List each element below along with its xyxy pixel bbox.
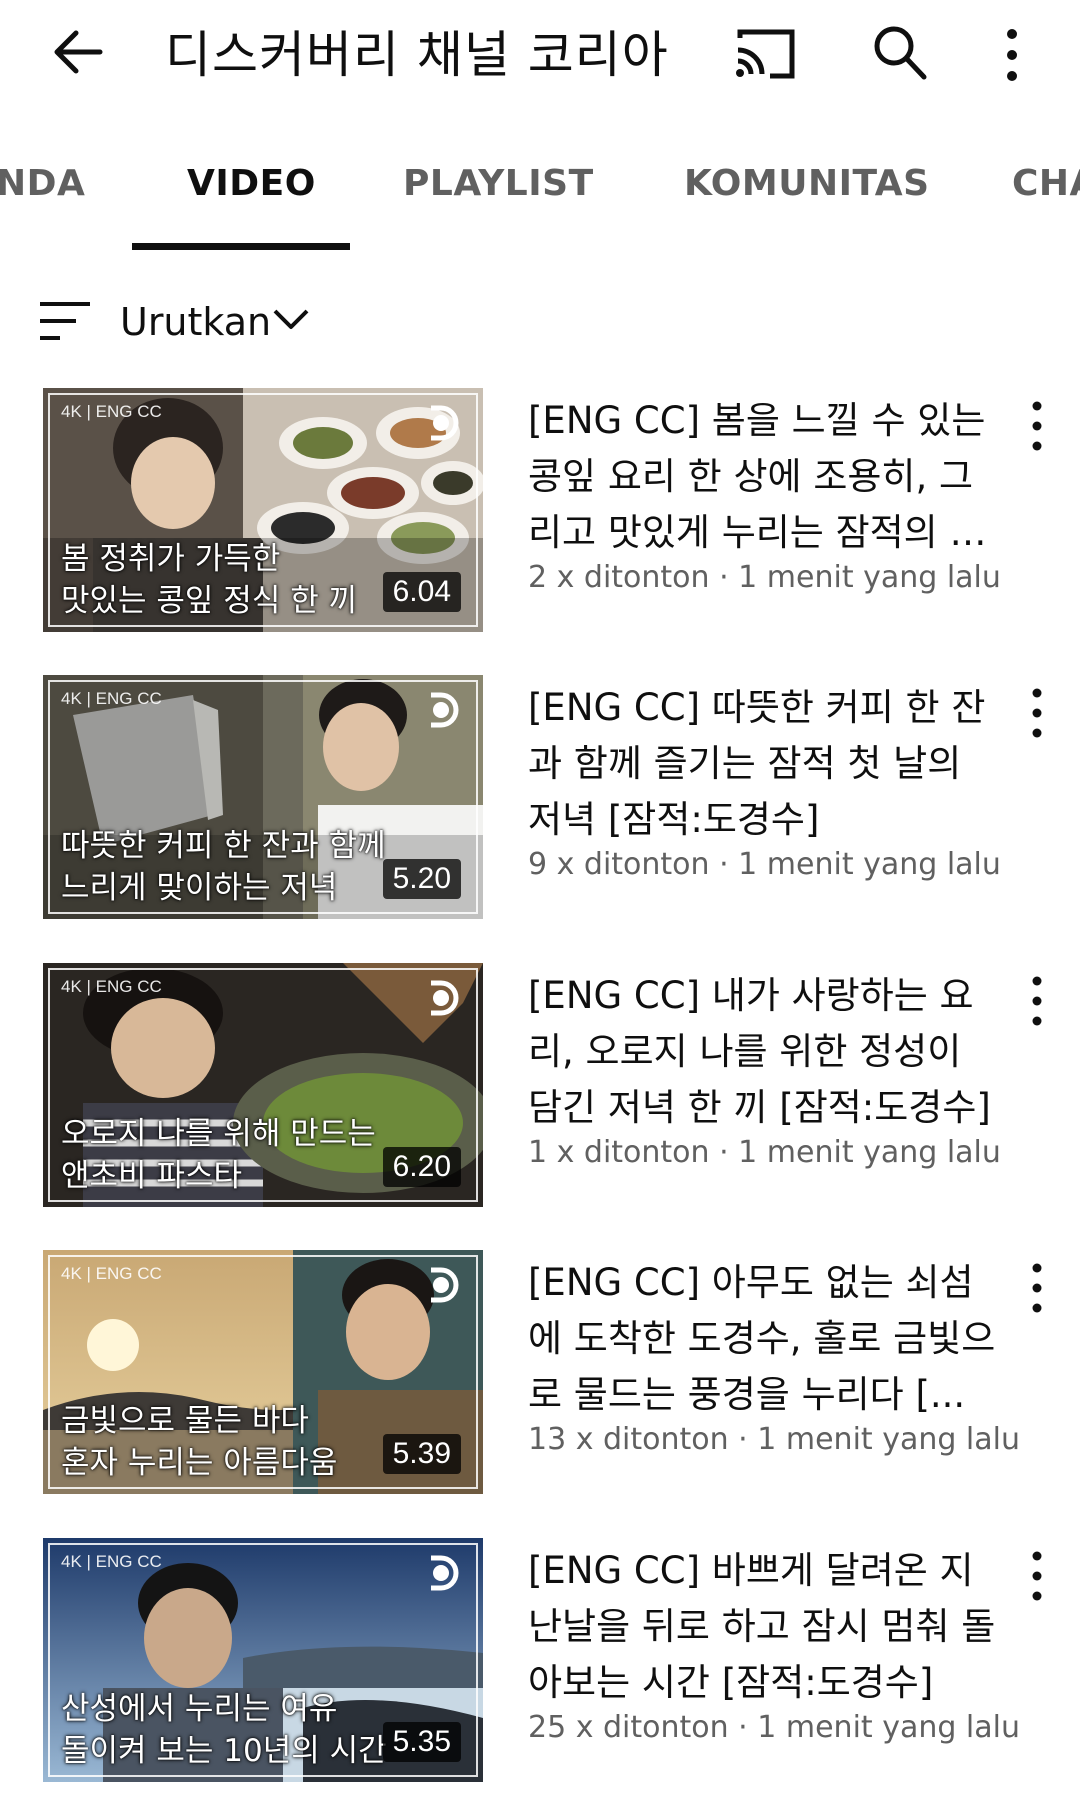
sort-icon[interactable] bbox=[38, 300, 92, 342]
thumbnail-tag: 4K | ENG CC bbox=[61, 689, 162, 708]
thumbnail-tag: 4K | ENG CC bbox=[61, 977, 162, 996]
tab-video[interactable]: VIDEO bbox=[187, 163, 316, 204]
video-item[interactable]: 4K | ENG CC 산성에서 누리는 여유 돌이켜 보는 10년의 시간 5… bbox=[0, 1538, 1080, 1788]
discovery-logo-icon bbox=[431, 980, 459, 1016]
video-item[interactable]: 4K | ENG CC 오로지 나를 위해 만드는 앤초비 파스타 6.20 [… bbox=[0, 963, 1080, 1213]
tab-channels[interactable]: CHA bbox=[1012, 163, 1080, 204]
more-vert-icon[interactable] bbox=[1026, 973, 1048, 1029]
video-thumbnail[interactable]: 4K | ENG CC 봄 정취가 가득한 맛있는 콩잎 정식 한 끼 6.04 bbox=[43, 388, 483, 632]
thumbnail-caption: 금빛으로 물든 바다 혼자 누리는 아름다움 bbox=[61, 1403, 338, 1481]
channel-tabs: NDA VIDEO PLAYLIST KOMUNITAS CHA bbox=[0, 125, 1080, 255]
tab-komunitas[interactable]: KOMUNITAS bbox=[684, 163, 930, 204]
video-meta: 2 x ditonton · 1 menit yang lalu bbox=[528, 560, 1001, 595]
chevron-down-icon[interactable] bbox=[272, 304, 310, 334]
video-title[interactable]: [ENG CC] 봄을 느낄 수 있는 콩잎 요리 한 상에 조용히, 그리고 … bbox=[528, 393, 998, 561]
thumbnail-caption: 오로지 나를 위해 만드는 앤초비 파스타 bbox=[61, 1116, 376, 1194]
cast-icon[interactable] bbox=[734, 28, 798, 80]
search-icon[interactable] bbox=[870, 22, 928, 82]
video-meta: 25 x ditonton · 1 menit yang lalu bbox=[528, 1710, 1020, 1745]
more-vert-icon[interactable] bbox=[1026, 1260, 1048, 1316]
duration-badge: 6.20 bbox=[382, 1147, 461, 1187]
tab-playlist[interactable]: PLAYLIST bbox=[403, 163, 594, 204]
thumbnail-tag: 4K | ENG CC bbox=[61, 402, 162, 421]
more-vert-icon[interactable] bbox=[1000, 26, 1024, 84]
thumbnail-caption: 따뜻한 커피 한 잔과 함께 느리게 맞이하는 저녁 bbox=[61, 828, 386, 906]
video-meta: 13 x ditonton · 1 menit yang lalu bbox=[528, 1422, 1020, 1457]
discovery-logo-icon bbox=[431, 405, 459, 441]
active-tab-indicator bbox=[132, 243, 350, 250]
video-item[interactable]: 4K | ENG CC 봄 정취가 가득한 맛있는 콩잎 정식 한 끼 6.04… bbox=[0, 388, 1080, 638]
video-title[interactable]: [ENG CC] 아무도 없는 쇠섬에 도착한 도경수, 홀로 금빛으로 물드는… bbox=[528, 1255, 998, 1423]
more-vert-icon[interactable] bbox=[1026, 1548, 1048, 1604]
sort-label[interactable]: Urutkan bbox=[120, 296, 271, 348]
duration-badge: 6.04 bbox=[382, 572, 461, 612]
discovery-logo-icon bbox=[431, 692, 459, 728]
video-title[interactable]: [ENG CC] 따뜻한 커피 한 잔과 함께 즐기는 잠적 첫 날의 저녁 [… bbox=[528, 680, 998, 848]
video-thumbnail[interactable]: 4K | ENG CC 따뜻한 커피 한 잔과 함께 느리게 맞이하는 저녁 5… bbox=[43, 675, 483, 919]
video-meta: 9 x ditonton · 1 menit yang lalu bbox=[528, 847, 1001, 882]
thumbnail-caption: 봄 정취가 가득한 맛있는 콩잎 정식 한 끼 bbox=[61, 541, 358, 619]
video-item[interactable]: 4K | ENG CC 따뜻한 커피 한 잔과 함께 느리게 맞이하는 저녁 5… bbox=[0, 675, 1080, 925]
app-bar: 디스커버리 채널 코리아 bbox=[0, 0, 1080, 110]
duration-badge: 5.39 bbox=[382, 1434, 461, 1474]
back-arrow-icon[interactable] bbox=[48, 22, 108, 82]
thumbnail-caption: 산성에서 누리는 여유 돌이켜 보는 10년의 시간 bbox=[61, 1691, 387, 1769]
discovery-logo-icon bbox=[431, 1267, 459, 1303]
more-vert-icon[interactable] bbox=[1026, 398, 1048, 454]
duration-badge: 5.35 bbox=[382, 1722, 461, 1762]
tab-beranda[interactable]: NDA bbox=[0, 163, 85, 204]
video-thumbnail[interactable]: 4K | ENG CC 금빛으로 물든 바다 혼자 누리는 아름다움 5.39 bbox=[43, 1250, 483, 1494]
video-thumbnail[interactable]: 4K | ENG CC 오로지 나를 위해 만드는 앤초비 파스타 6.20 bbox=[43, 963, 483, 1207]
video-meta: 1 x ditonton · 1 menit yang lalu bbox=[528, 1135, 1001, 1170]
video-title[interactable]: [ENG CC] 내가 사랑하는 요리, 오로지 나를 위한 정성이 담긴 저녁… bbox=[528, 968, 998, 1136]
more-vert-icon[interactable] bbox=[1026, 685, 1048, 741]
duration-badge: 5.20 bbox=[382, 859, 461, 899]
video-item[interactable]: 4K | ENG CC 금빛으로 물든 바다 혼자 누리는 아름다움 5.39 … bbox=[0, 1250, 1080, 1500]
video-thumbnail[interactable]: 4K | ENG CC 산성에서 누리는 여유 돌이켜 보는 10년의 시간 5… bbox=[43, 1538, 483, 1782]
discovery-logo-icon bbox=[431, 1555, 459, 1591]
thumbnail-tag: 4K | ENG CC bbox=[61, 1552, 162, 1571]
channel-title: 디스커버리 채널 코리아 bbox=[165, 26, 669, 84]
video-title[interactable]: [ENG CC] 바쁘게 달려온 지난날을 뒤로 하고 잠시 멈춰 돌아보는 시… bbox=[528, 1543, 998, 1711]
thumbnail-tag: 4K | ENG CC bbox=[61, 1264, 162, 1283]
